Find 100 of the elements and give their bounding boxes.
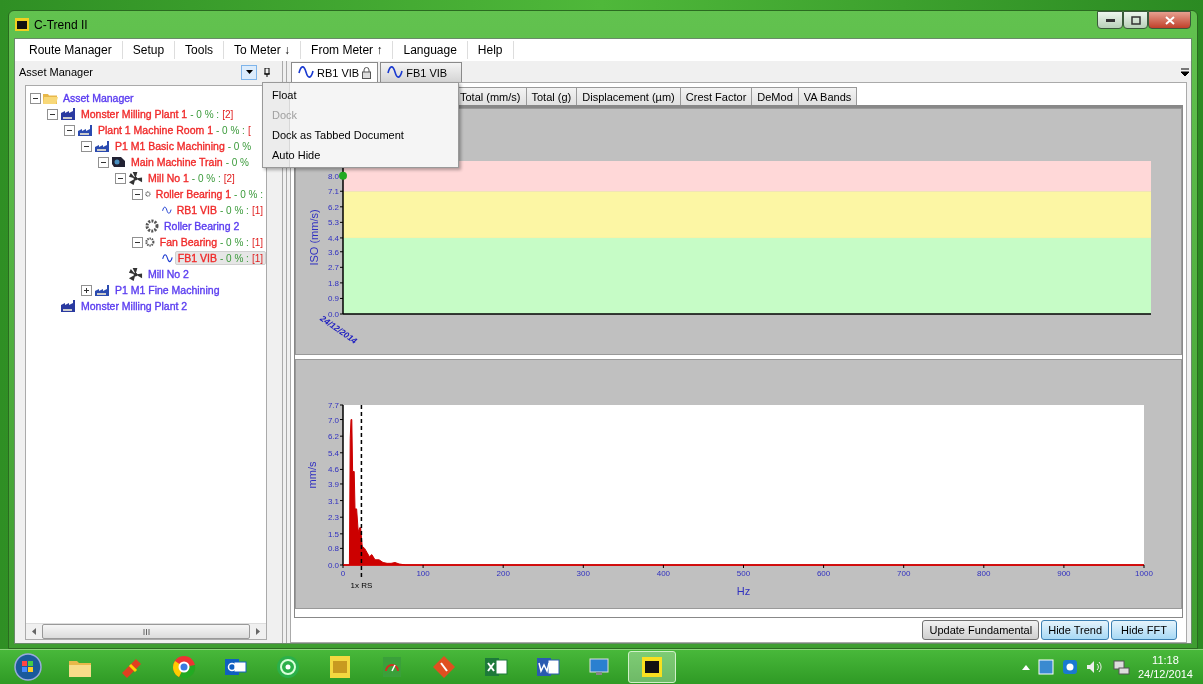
axis-tick-label: 900 — [1057, 569, 1071, 578]
overflow-icon[interactable] — [1181, 67, 1189, 76]
view-tab[interactable]: DeMod — [751, 87, 799, 105]
axis-tick-label: 7.1 — [327, 187, 339, 197]
axis-tick-label: 8.0 — [327, 171, 339, 181]
tree-item[interactable]: Main Machine Train - 0 % — [128, 155, 252, 169]
menu-item[interactable]: Route Manager — [19, 41, 123, 59]
close-icon — [1164, 15, 1175, 25]
fan-icon — [128, 170, 143, 186]
axis-tick-label: 100 — [416, 569, 430, 578]
tray-expand-icon[interactable] — [1021, 664, 1030, 670]
axis-tick-label: 3.9 — [327, 479, 339, 489]
maximize-button[interactable] — [1123, 11, 1148, 29]
action-button[interactable]: Update Fundamental — [922, 620, 1040, 641]
expand-toggle[interactable] — [81, 284, 92, 296]
axis-tick-label: 700 — [897, 569, 911, 578]
action-button[interactable]: Hide FFT — [1111, 620, 1177, 641]
minimize-icon — [1105, 18, 1115, 22]
axis-tick-label: 2.7 — [327, 263, 339, 273]
factory-icon — [77, 123, 93, 137]
axis-tick-label: 2.3 — [327, 513, 339, 523]
tray-app-icon[interactable] — [1061, 659, 1078, 676]
tree-item[interactable]: Fan Bearing - 0 % : [1] — [156, 235, 266, 249]
close-button[interactable] — [1148, 11, 1191, 29]
app-logo-icon — [15, 18, 29, 31]
right-arrow-icon — [256, 628, 261, 636]
fan-icon — [128, 266, 143, 282]
menu-item[interactable]: From Meter ↑ — [301, 41, 394, 59]
menu-item[interactable]: Language — [393, 41, 468, 59]
waveform-icon — [162, 203, 172, 217]
menu-item[interactable]: Help — [467, 41, 514, 59]
axis-tick-label: 5.3 — [327, 218, 339, 228]
waveform-icon — [162, 251, 173, 265]
menu-option[interactable]: Float — [265, 85, 456, 105]
collapse-toggle[interactable] — [47, 108, 58, 120]
axis-tick-label: 400 — [656, 569, 671, 578]
axis-tick-label: 200 — [496, 569, 510, 578]
collapse-toggle[interactable] — [81, 140, 92, 152]
menu-option[interactable]: Auto Hide — [265, 145, 456, 165]
view-tab[interactable]: VA Bands — [797, 87, 858, 105]
windows-logo-icon — [13, 652, 43, 683]
axis-tick-label: 0 — [340, 569, 346, 578]
axis-tick-label: 800 — [977, 569, 991, 578]
tree-item[interactable]: Mill No 2 — [145, 267, 192, 281]
axis-tick-label: 5.4 — [327, 448, 339, 458]
axis-tick-label: 7.7 — [327, 401, 339, 410]
menu-item[interactable]: Tools — [175, 41, 225, 59]
tree-item[interactable]: P1 M1 Basic Machining - 0 % — [112, 139, 255, 153]
collapse-toggle[interactable] — [132, 188, 143, 200]
scrollbar-thumb[interactable] — [41, 624, 251, 640]
axis-tick-label: 3.6 — [327, 247, 339, 257]
tree-item[interactable]: P1 M1 Fine Machining — [112, 283, 223, 297]
action-button[interactable]: Hide Trend — [1041, 620, 1109, 641]
view-tab[interactable]: Total (g) — [525, 87, 578, 105]
axis-tick-label: 4.6 — [327, 465, 339, 475]
factory-icon — [60, 107, 76, 121]
taskbar-app[interactable] — [628, 651, 676, 684]
axis-tick-label: 0.0 — [327, 310, 339, 319]
axis-tick-label: 1000 — [1135, 569, 1153, 578]
axis-tick-label: 1.8 — [327, 278, 339, 288]
document-tab[interactable]: FB1 VIB — [380, 62, 463, 82]
tree-item[interactable]: Plant 1 Machine Room 1 - 0 % : [ — [95, 123, 254, 137]
network-icon[interactable] — [1111, 659, 1130, 676]
view-tab[interactable]: Displacement (µm) — [576, 87, 681, 105]
plus-icon — [83, 286, 90, 294]
document-tab[interactable]: RB1 VIB — [291, 62, 379, 82]
menu-item[interactable]: To Meter ↓ — [224, 41, 302, 59]
axis-tick-label: 4.4 — [327, 233, 339, 243]
tree-item[interactable]: Monster Milling Plant 2 — [78, 299, 191, 313]
waveform-icon — [387, 66, 404, 79]
menu-option[interactable]: Dock as Tabbed Document — [265, 125, 456, 145]
axis-tick-label: 6.2 — [327, 432, 339, 442]
tree-item[interactable]: RB1 VIB - 0 % : [1] — [173, 203, 266, 217]
pin-icon — [264, 67, 270, 77]
view-tab[interactable]: Crest Factor — [679, 87, 753, 105]
collapse-toggle[interactable] — [132, 236, 143, 248]
collapse-toggle[interactable] — [30, 92, 41, 104]
grip-icon — [142, 628, 150, 635]
collapse-toggle[interactable] — [98, 156, 109, 168]
tree-item[interactable]: Roller Bearing 1 - 0 % : — [152, 187, 266, 201]
axis-tick-label: 7.0 — [327, 415, 339, 425]
factory-icon — [60, 299, 76, 313]
axis-title: ISO (mm/s) — [308, 209, 320, 266]
menu-item[interactable]: Setup — [122, 41, 176, 59]
axis-tick-label: 1.5 — [327, 529, 339, 539]
axis-tick-label: 0.9 — [327, 294, 339, 304]
tree-item[interactable]: FB1 VIB - 0 % : [1] — [174, 251, 266, 265]
minimize-button[interactable] — [1097, 11, 1123, 29]
dropdown-button[interactable] — [241, 64, 257, 80]
collapse-toggle[interactable] — [64, 124, 75, 136]
tree-item[interactable]: Asset Manager — [60, 91, 137, 105]
tree-item[interactable]: Roller Bearing 2 — [161, 219, 243, 233]
maximize-icon — [1130, 15, 1141, 25]
axis-title: Hz — [736, 585, 751, 597]
tree-item[interactable]: Mill No 1 - 0 % : [2] — [145, 171, 238, 185]
collapse-toggle[interactable] — [115, 172, 126, 184]
caret-icon — [245, 70, 253, 74]
axis-title: mm/s — [306, 461, 318, 489]
tree-item[interactable]: Monster Milling Plant 1 - 0 % : [2] — [78, 107, 237, 121]
waveform-icon — [298, 66, 314, 79]
